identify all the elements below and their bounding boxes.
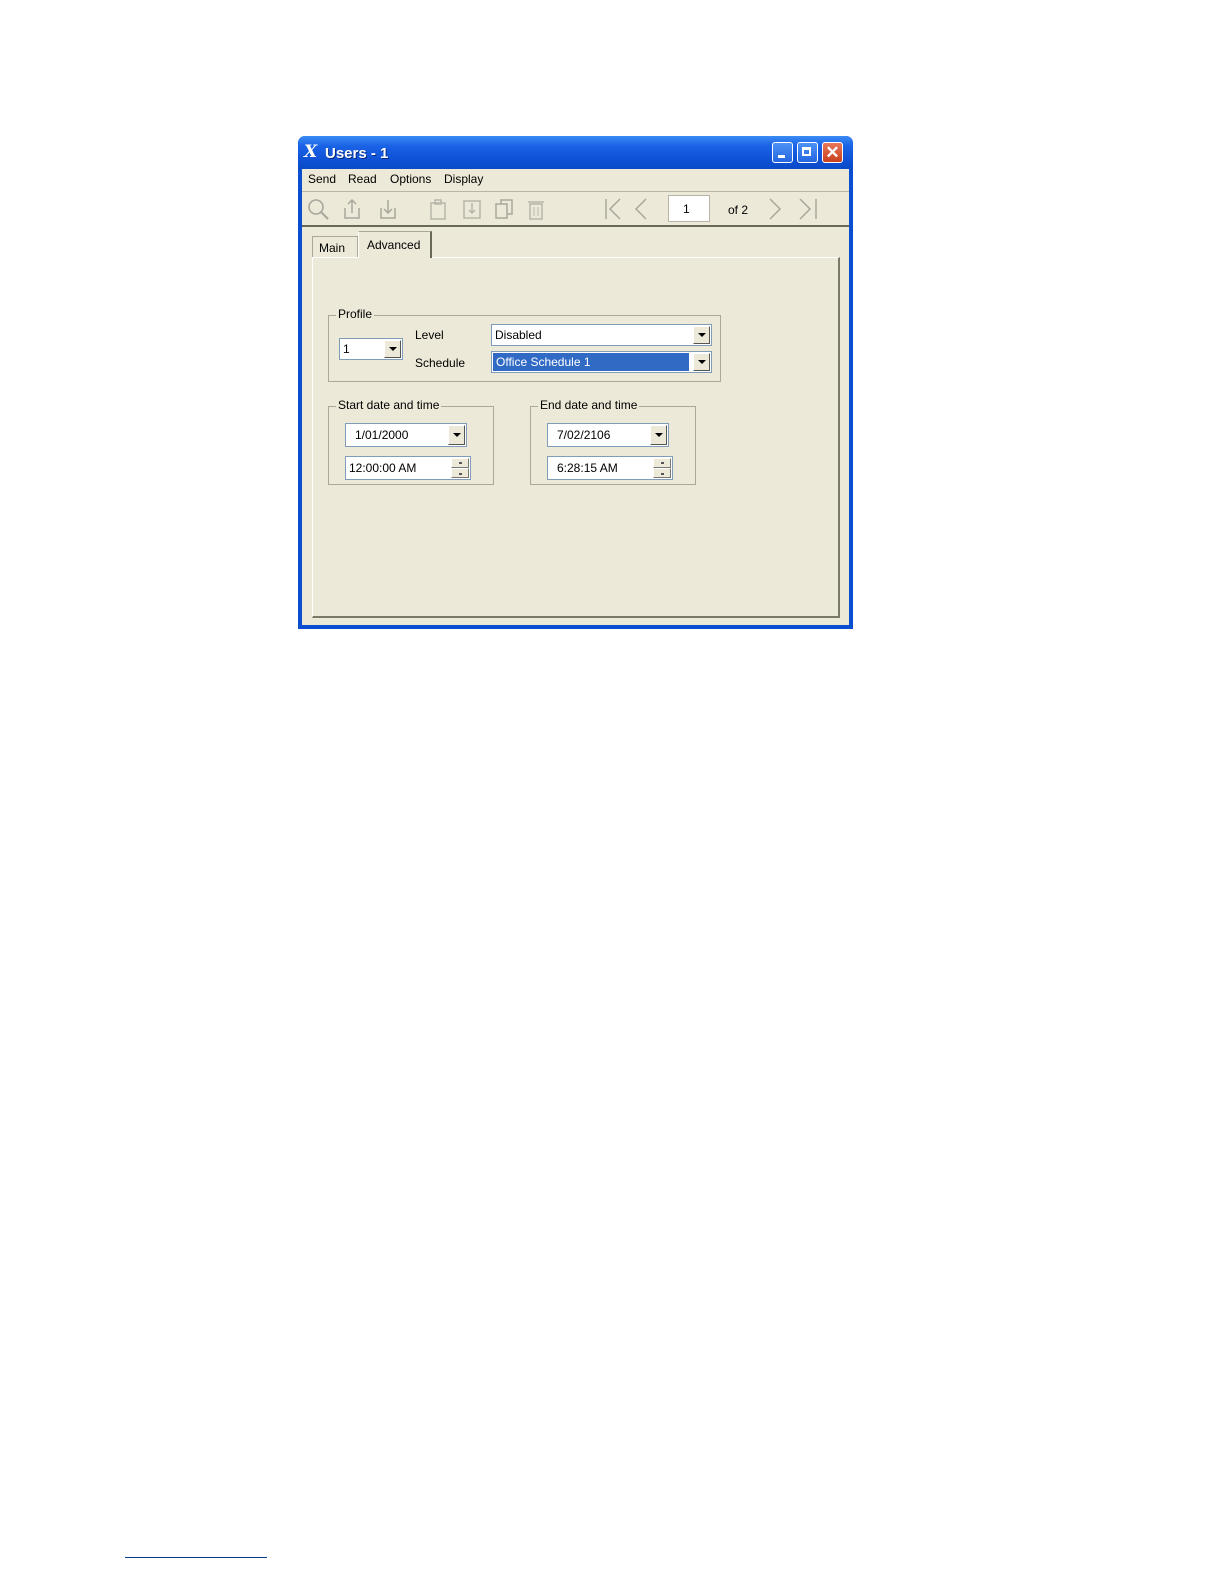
maximize-button[interactable] [797,142,818,163]
level-select[interactable]: Disabled [491,324,712,346]
upload-icon[interactable] [340,197,364,221]
schedule-value: Office Schedule 1 [493,353,689,371]
window-title: Users - 1 [325,145,389,162]
footnote-rule [125,1557,267,1558]
first-icon[interactable] [602,197,626,221]
spin-up-button[interactable] [653,458,671,468]
end-date-value: 7/02/2106 [557,428,611,442]
tab-advanced[interactable]: Advanced [358,231,432,258]
page-count-label: of 2 [728,203,749,217]
end-date-group-label: End date and time [538,398,640,412]
window-client: Send Read Options Display 1 of 2 Main Ad… [302,169,849,625]
maximize-icon [802,147,811,156]
end-date-group: End date and time 7/02/2106 6:28:15 AM [530,398,696,485]
minimize-icon [778,155,785,158]
page-number-input[interactable]: 1 [668,195,710,222]
title-bar[interactable]: X Users - 1 ✕ [298,136,853,169]
search-icon[interactable] [306,197,330,221]
last-icon[interactable] [796,197,820,221]
start-date-dropdown-button[interactable] [448,425,465,445]
insert-icon[interactable] [460,197,484,221]
start-date-select[interactable]: 1/01/2000 [345,423,467,447]
chevron-down-icon [698,360,706,364]
profile-number-value: 1 [343,342,350,356]
spin-down-icon [459,473,462,475]
level-label: Level [415,328,444,342]
menu-bar: Send Read Options Display [302,169,849,192]
minimize-button[interactable] [772,142,793,163]
chevron-down-icon [453,433,461,437]
menu-send[interactable]: Send [308,172,336,186]
schedule-label: Schedule [415,356,466,370]
schedule-dropdown-button[interactable] [693,353,710,371]
schedule-select[interactable]: Office Schedule 1 [491,351,712,373]
users-window: X Users - 1 ✕ Send Read Options Display … [298,136,853,629]
trash-icon[interactable] [524,197,548,221]
spin-up-icon [459,462,462,464]
paste-icon[interactable] [426,197,450,221]
x-logo-icon: X [304,142,318,162]
spin-down-button[interactable] [653,468,671,478]
spin-up-icon [661,462,664,464]
tab-main[interactable]: Main [312,236,358,258]
advanced-panel: Profile 1 Level Schedule Disabled Office… [312,257,840,618]
end-time-input[interactable]: 6:28:15 AM [547,456,673,480]
previous-icon[interactable] [630,197,654,221]
toolbar: 1 of 2 [302,192,849,227]
close-button[interactable]: ✕ [822,142,843,163]
end-date-select[interactable]: 7/02/2106 [547,423,669,447]
chevron-down-icon [389,347,397,351]
spin-down-button[interactable] [451,468,469,478]
profile-number-select[interactable]: 1 [339,338,403,360]
end-date-dropdown-button[interactable] [650,425,667,445]
start-date-group-label: Start date and time [336,398,442,412]
chevron-down-icon [698,333,706,337]
menu-read[interactable]: Read [348,172,377,186]
start-date-group: Start date and time 1/01/2000 12:00:00 A… [328,398,494,485]
spin-up-button[interactable] [451,458,469,468]
profile-group-label: Profile [336,307,375,321]
close-icon: ✕ [825,143,840,162]
menu-display[interactable]: Display [444,172,483,186]
chevron-down-icon [655,433,663,437]
menu-options[interactable]: Options [390,172,431,186]
start-time-input[interactable]: 12:00:00 AM [345,456,471,480]
copy-icon[interactable] [492,197,516,221]
end-time-value: 6:28:15 AM [557,461,618,475]
next-icon[interactable] [762,197,786,221]
profile-number-dropdown-button[interactable] [384,340,401,358]
start-time-value: 12:00:00 AM [349,461,417,475]
profile-group: Profile 1 Level Schedule Disabled Office… [328,307,721,382]
download-icon[interactable] [376,197,400,221]
spin-down-icon [661,473,664,475]
start-date-value: 1/01/2000 [355,428,409,442]
level-dropdown-button[interactable] [693,326,710,344]
level-value: Disabled [495,328,542,342]
